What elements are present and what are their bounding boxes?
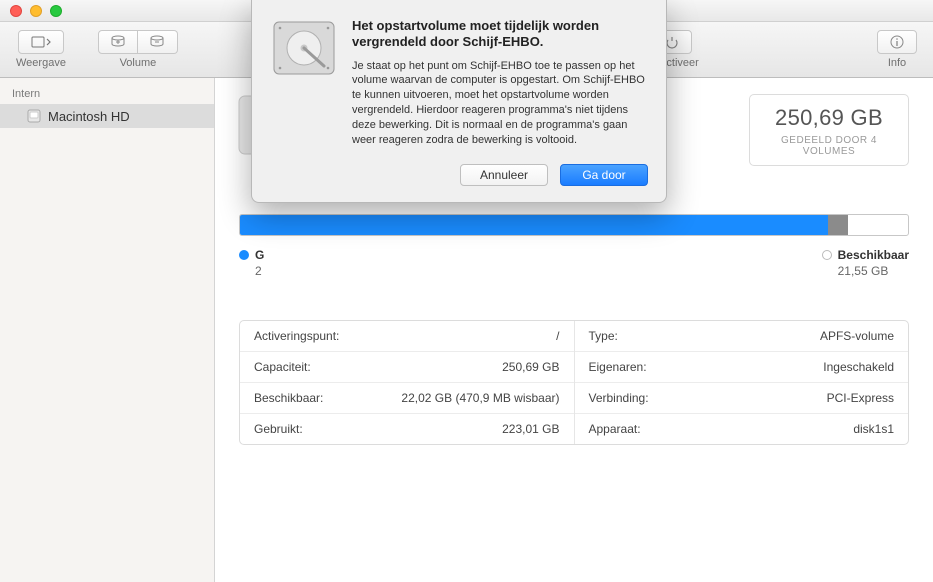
details-key: Verbinding: xyxy=(589,391,649,405)
info-button[interactable] xyxy=(877,30,917,54)
sidebar-item-macintosh-hd[interactable]: Macintosh HD xyxy=(0,104,214,128)
details-key: Eigenaren: xyxy=(589,360,647,374)
legend-used-value: 2 xyxy=(255,264,264,278)
cancel-button[interactable]: Annuleer xyxy=(460,164,548,186)
sidebar-item-label: Macintosh HD xyxy=(48,109,130,124)
details-key: Type: xyxy=(589,329,618,343)
sidebar-section-internal: Intern xyxy=(0,84,214,104)
minimize-window-button[interactable] xyxy=(30,5,42,17)
view-label: Weergave xyxy=(16,57,66,69)
swatch-white xyxy=(822,250,832,260)
volume-icon xyxy=(26,108,42,124)
usage-bar-used xyxy=(240,215,828,235)
details-row: Type: APFS-volume xyxy=(575,321,909,352)
swatch-blue xyxy=(239,250,249,260)
details-row: Capaciteit: 250,69 GB xyxy=(240,352,574,383)
details-value: Ingeschakeld xyxy=(823,360,894,374)
capacity-subtitle: GEDEELD DOOR 4 VOLUMES xyxy=(754,135,904,157)
details-value: 250,69 GB xyxy=(502,360,559,374)
details-row: Gebruikt: 223,01 GB xyxy=(240,414,574,444)
zoom-window-button[interactable] xyxy=(50,5,62,17)
details-value: APFS-volume xyxy=(820,329,894,343)
details-row: Verbinding: PCI-Express xyxy=(575,383,909,414)
usage-bar-other xyxy=(828,215,848,235)
view-button[interactable] xyxy=(18,30,64,54)
usage-bar xyxy=(239,214,909,236)
details-key: Capaciteit: xyxy=(254,360,311,374)
volume-remove-button[interactable] xyxy=(138,30,178,54)
volume-add-button[interactable] xyxy=(98,30,138,54)
modal-body: Je staat op het punt om Schijf-EHBO toe … xyxy=(352,59,648,148)
details-value: / xyxy=(556,329,559,343)
legend-avail-label: Beschikbaar xyxy=(838,248,909,262)
legend-used: G 2 xyxy=(239,248,264,278)
details-key: Beschikbaar: xyxy=(254,391,323,405)
details-value: disk1s1 xyxy=(853,422,894,436)
continue-button[interactable]: Ga door xyxy=(560,164,648,186)
hdd-icon xyxy=(270,18,338,148)
volume-label: Volume xyxy=(120,57,157,69)
sidebar: Intern Macintosh HD xyxy=(0,78,215,582)
details-row: Beschikbaar: 22,02 GB (470,9 MB wisbaar) xyxy=(240,383,574,414)
details-row: Eigenaren: Ingeschakeld xyxy=(575,352,909,383)
legend-used-label: G xyxy=(255,248,264,262)
first-aid-confirmation-sheet: Het opstartvolume moet tijdelijk worden … xyxy=(251,0,667,203)
details-row: Apparaat: disk1s1 xyxy=(575,414,909,444)
legend-avail-value: 21,55 GB xyxy=(838,264,909,278)
details-value: 22,02 GB (470,9 MB wisbaar) xyxy=(401,391,559,405)
info-label: Info xyxy=(888,57,906,69)
legend-available: Beschikbaar 21,55 GB xyxy=(822,248,909,278)
details-table: Activeringspunt: / Capaciteit: 250,69 GB Bes… xyxy=(239,320,909,445)
details-key: Apparaat: xyxy=(589,422,641,436)
details-value: 223,01 GB xyxy=(502,422,559,436)
close-window-button[interactable] xyxy=(10,5,22,17)
capacity-value: 250,69 GB xyxy=(754,105,904,131)
details-key: Gebruikt: xyxy=(254,422,303,436)
modal-title: Het opstartvolume moet tijdelijk worden … xyxy=(352,18,648,51)
details-value: PCI-Express xyxy=(827,391,894,405)
capacity-box: 250,69 GB GEDEELD DOOR 4 VOLUMES xyxy=(749,94,909,166)
details-row: Activeringspunt: / xyxy=(240,321,574,352)
details-key: Activeringspunt: xyxy=(254,329,339,343)
